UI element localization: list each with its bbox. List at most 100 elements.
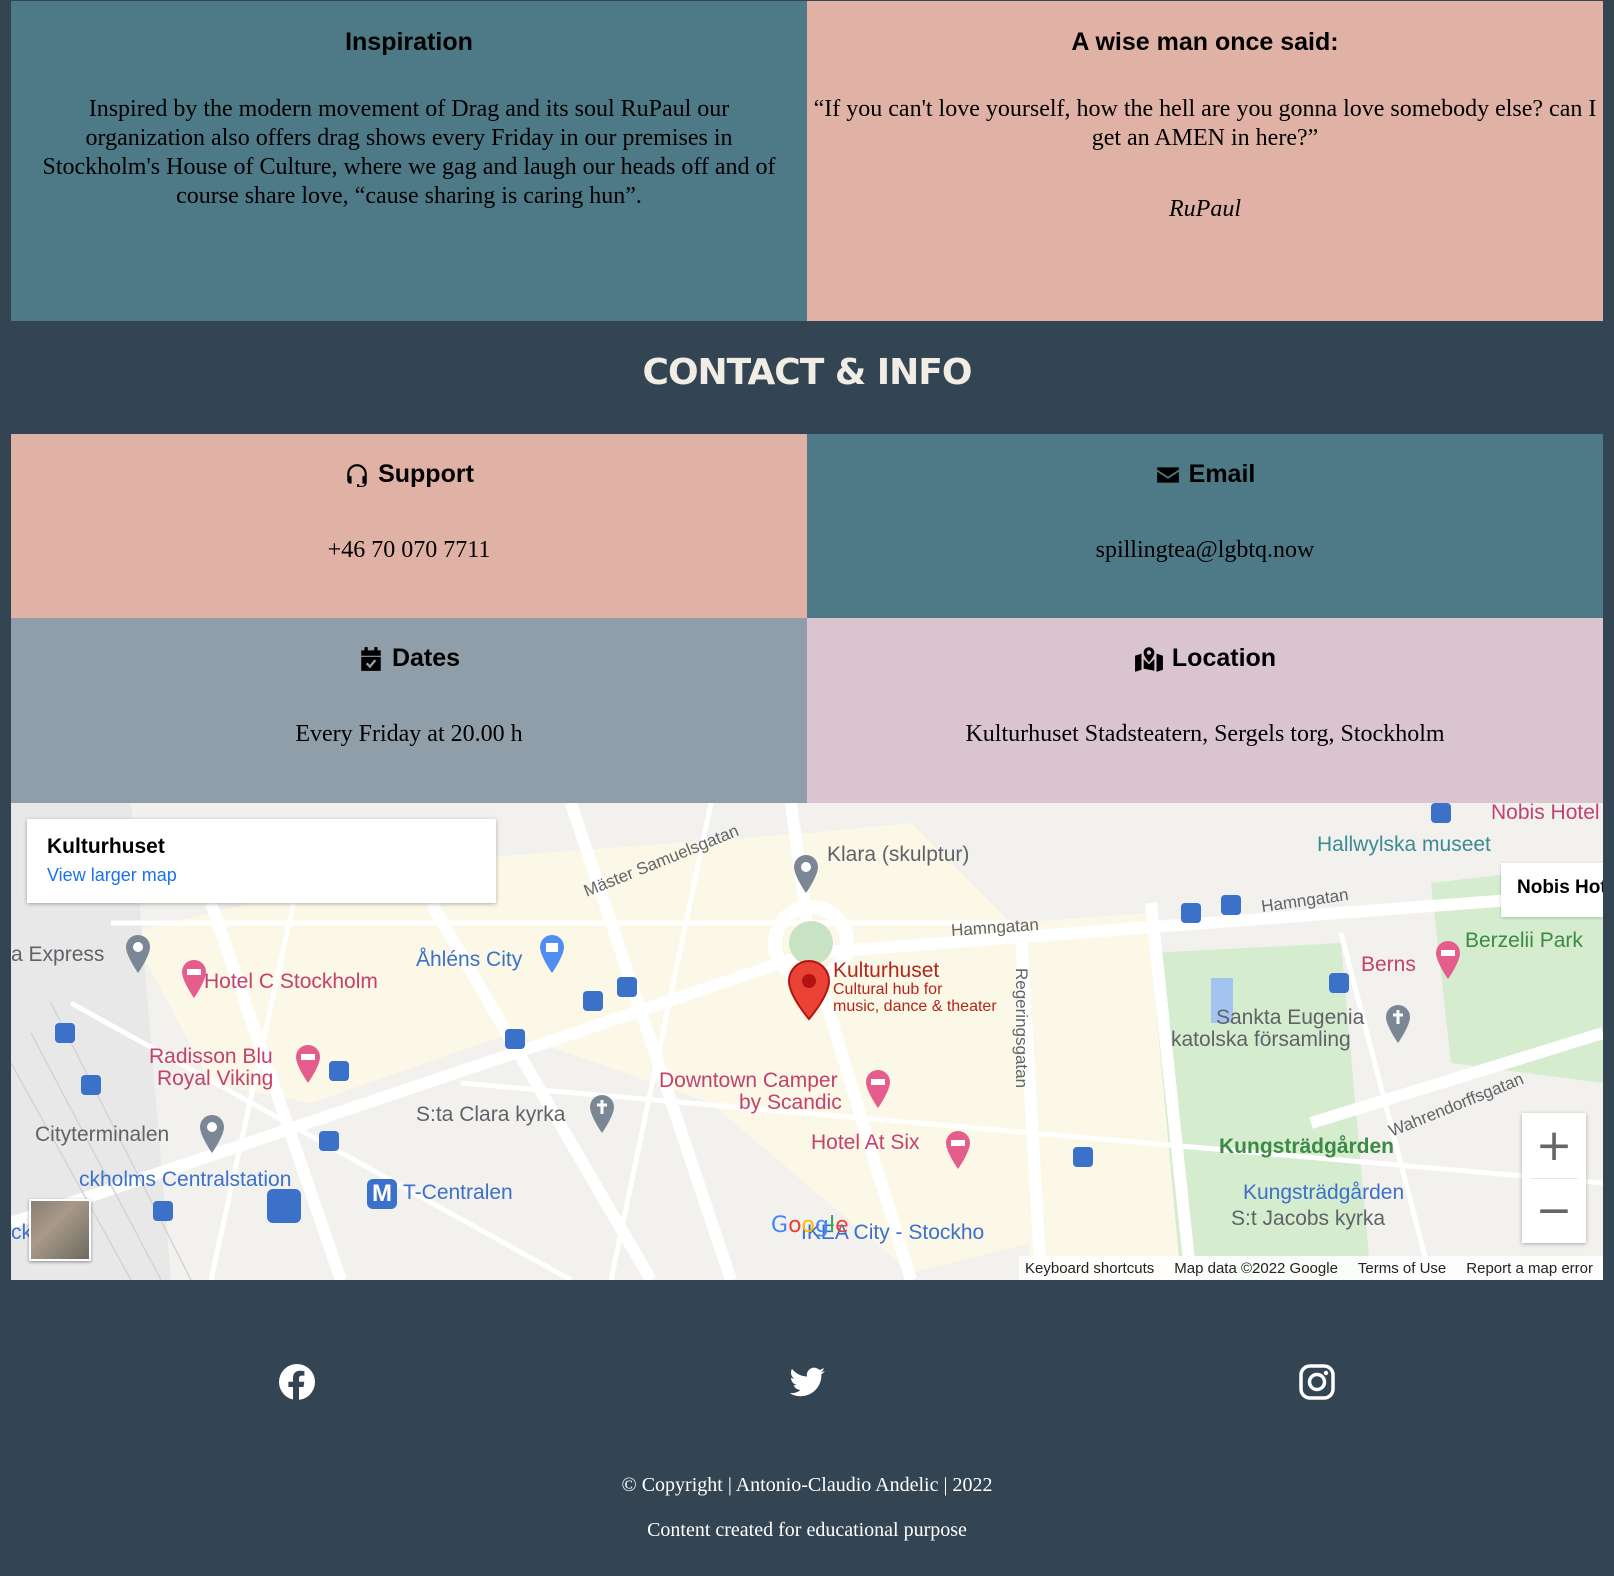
- hotel-pin-icon: [866, 1070, 890, 1108]
- inspiration-title: Inspiration: [345, 28, 473, 56]
- keyboard-shortcuts-link[interactable]: Keyboard shortcuts: [1025, 1260, 1154, 1277]
- hotel-pin-icon: [296, 1045, 320, 1083]
- map-side-card[interactable]: Nobis Hotel: [1501, 863, 1603, 917]
- map-label-regeringsgatan: Regeringsgatan: [1012, 968, 1031, 1089]
- map-marker-title[interactable]: Kulturhuset: [833, 959, 939, 983]
- map-location-icon: [1134, 646, 1163, 672]
- map-marker-sub2: music, dance & theater: [833, 998, 997, 1015]
- map-label-t-centralen[interactable]: T-Centralen: [403, 1181, 513, 1205]
- map-label-nobis[interactable]: Nobis Hotel: [1491, 803, 1600, 825]
- instagram-icon[interactable]: [1297, 1362, 1337, 1402]
- location-title: Location: [1171, 644, 1277, 672]
- map-pin-icon[interactable]: [787, 959, 831, 1021]
- hotel-pin-icon: [946, 1131, 970, 1169]
- quote-author: RuPaul: [1169, 196, 1241, 222]
- facebook-icon[interactable]: [277, 1362, 317, 1402]
- quote-panel: A wise man once said: “If you can't love…: [807, 1, 1603, 321]
- bus-stop-icon: [55, 1023, 75, 1043]
- dates-title: Dates: [391, 644, 461, 672]
- terms-link[interactable]: Terms of Use: [1358, 1260, 1446, 1277]
- educational-note: Content created for educational purpose: [647, 1519, 967, 1541]
- copyright-icon: ©: [621, 1474, 637, 1496]
- report-error-link[interactable]: Report a map error: [1466, 1260, 1593, 1277]
- dates-value: Every Friday at 20.00 h: [295, 721, 523, 747]
- support-phone: +46 70 070 7711: [327, 537, 491, 563]
- map-label-ahlens[interactable]: Åhléns City: [416, 948, 522, 972]
- envelope-icon: [1156, 466, 1179, 483]
- copyright-label: Copyright | Antonio-Claudio Andelic | 20…: [641, 1474, 993, 1496]
- map-label-by-scandic[interactable]: by Scandic: [739, 1091, 842, 1115]
- bus-stop-icon: [1181, 903, 1201, 923]
- poi-pin-icon: [794, 855, 818, 893]
- church-pin-icon: [590, 1095, 614, 1133]
- google-logo: Google: [771, 1213, 849, 1238]
- map-place-card: Kulturhuset View larger map: [27, 819, 496, 903]
- map-label-berns[interactable]: Berns: [1361, 953, 1416, 977]
- zoom-out-button[interactable]: −: [1522, 1178, 1586, 1243]
- inspiration-text: Inspired by the modern movement of Drag …: [42, 96, 776, 209]
- dates-panel: Dates Every Friday at 20.00 h: [11, 618, 807, 803]
- copyright-text: © Copyright | Antonio-Claudio Andelic | …: [0, 1474, 1614, 1497]
- location-panel: Location Kulturhuset Stadsteatern, Serge…: [807, 618, 1603, 803]
- map-label-st-jacobs[interactable]: S:t Jacobs kyrka: [1231, 1207, 1385, 1231]
- map-data-text: Map data ©2022 Google: [1174, 1259, 1338, 1277]
- zoom-in-button[interactable]: +: [1522, 1113, 1586, 1178]
- location-value: Kulturhuset Stadsteatern, Sergels torg, …: [965, 721, 1445, 747]
- support-heading: Support: [11, 460, 807, 489]
- map-label-sankta-eugenia[interactable]: Sankta Eugenia: [1216, 1006, 1364, 1030]
- map-label-express[interactable]: a Express: [11, 943, 104, 967]
- email-address: spillingtea@lgbtq.now: [1095, 537, 1315, 563]
- map-label-kungstradgarden-station[interactable]: Kungsträdgården: [1243, 1181, 1404, 1205]
- map-marker-sub1: Cultural hub for: [833, 981, 943, 998]
- email-panel: Email spillingtea@lgbtq.now: [807, 434, 1603, 618]
- headset-icon: [347, 463, 367, 487]
- view-larger-map-link[interactable]: View larger map: [47, 865, 476, 886]
- satellite-toggle-thumbnail[interactable]: [29, 1199, 91, 1261]
- bus-stop-icon: [319, 1131, 339, 1151]
- map-label-centralstation[interactable]: ckholms Centralstation: [79, 1168, 291, 1192]
- calendar-check-icon: [361, 646, 381, 671]
- email-heading: Email: [807, 460, 1603, 489]
- metro-icon: M: [367, 1179, 397, 1209]
- shopping-pin-icon: [540, 935, 564, 973]
- tram-stop-icon: [1221, 895, 1241, 915]
- map-label-st-clara[interactable]: S:ta Clara kyrka: [416, 1103, 565, 1127]
- bus-stop-icon: [329, 1061, 349, 1081]
- contact-title: CONTACT & INFO: [642, 352, 973, 393]
- map-label-hotel-at-six[interactable]: Hotel At Six: [811, 1131, 920, 1155]
- church-pin-icon: [1386, 1005, 1410, 1043]
- tram-stop-icon: [583, 991, 603, 1011]
- map-label-berzelii[interactable]: Berzelii Park: [1465, 929, 1583, 953]
- location-heading: Location: [807, 644, 1603, 673]
- poi-pin-icon: [126, 935, 150, 973]
- map-label-hallwylska[interactable]: Hallwylska museet: [1317, 833, 1491, 857]
- bus-stop-icon: [617, 977, 637, 997]
- bus-stop-icon: [1329, 973, 1349, 993]
- support-title: Support: [378, 460, 474, 488]
- map-label-cityterminalen[interactable]: Cityterminalen: [35, 1123, 169, 1147]
- map-label-klara[interactable]: Klara (skulptur): [827, 843, 969, 867]
- map-label-downtown-camper[interactable]: Downtown Camper: [659, 1069, 838, 1093]
- zoom-controls: + −: [1522, 1113, 1586, 1243]
- twitter-icon[interactable]: [787, 1362, 827, 1402]
- poi-pin-icon: [200, 1115, 224, 1153]
- map-label-kungstradgarden[interactable]: Kungsträdgården: [1219, 1135, 1394, 1159]
- map-label-katolska[interactable]: katolska församling: [1171, 1028, 1351, 1052]
- hotel-pin-icon: [1436, 941, 1460, 979]
- bus-stop-icon: [81, 1075, 101, 1095]
- bus-stop-icon: [153, 1201, 173, 1221]
- map-label-hotel-c[interactable]: Hotel C Stockholm: [204, 970, 378, 994]
- map-place-title: Kulturhuset: [47, 835, 165, 858]
- map-attribution: Keyboard shortcuts Map data ©2022 Google…: [1019, 1256, 1603, 1280]
- email-title: Email: [1188, 460, 1256, 488]
- map-label-radisson[interactable]: Radisson Blu: [149, 1045, 273, 1069]
- dates-heading: Dates: [11, 644, 807, 673]
- support-panel: Support +46 70 070 7711: [11, 434, 807, 618]
- hotel-pin-icon: [182, 960, 206, 998]
- bus-station-icon: [267, 1189, 301, 1223]
- embedded-map[interactable]: Kulturhuset View larger map Nobis Hotel …: [11, 803, 1603, 1280]
- map-label-royal-viking[interactable]: Royal Viking: [157, 1067, 273, 1091]
- quote-text: “If you can't love yourself, how the hel…: [813, 96, 1597, 151]
- quote-title: A wise man once said:: [1071, 28, 1339, 56]
- inspiration-panel: Inspiration Inspired by the modern movem…: [11, 1, 807, 321]
